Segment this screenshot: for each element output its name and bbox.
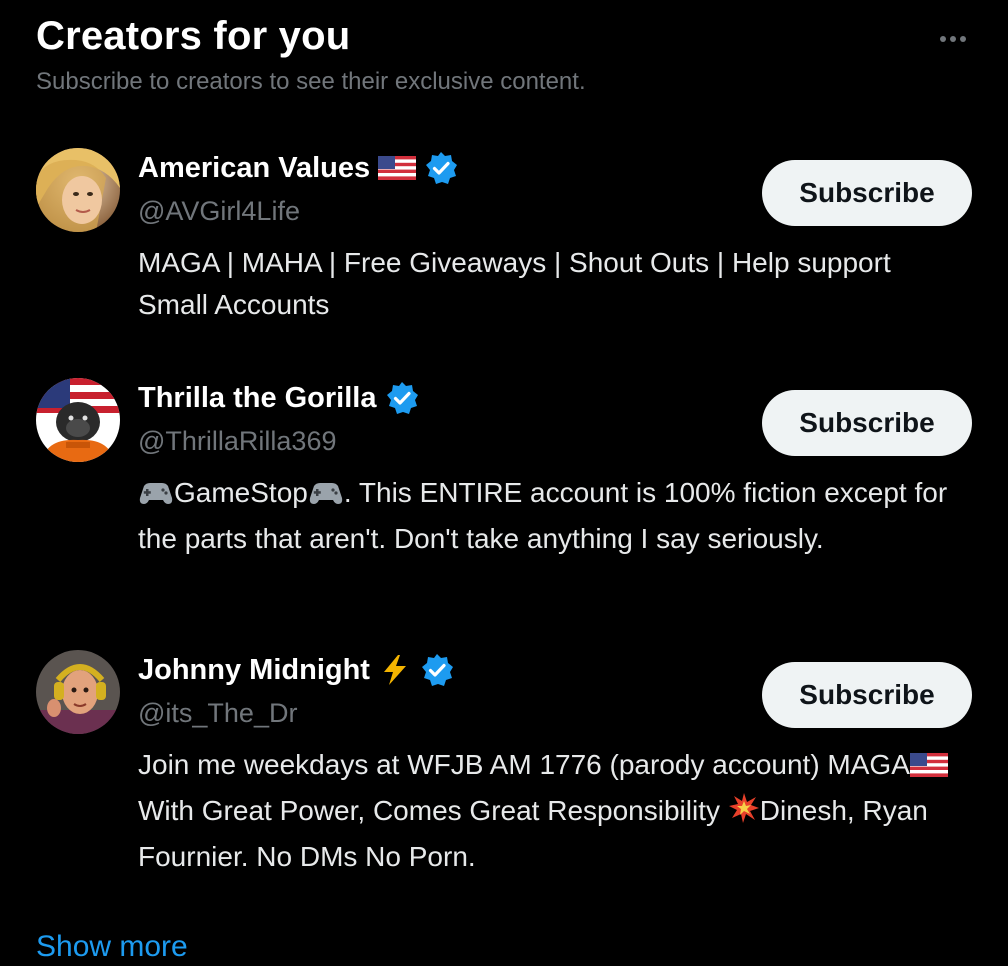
creator-name[interactable]: Johnny Midnight <box>138 654 370 687</box>
show-more-link[interactable]: Show more <box>36 930 188 964</box>
verified-badge-icon <box>420 653 454 687</box>
more-dot <box>950 36 956 42</box>
creator-bio: MAGA | MAHA | Free Giveaways | Shout Out… <box>138 247 891 320</box>
verified-badge-icon <box>385 381 419 415</box>
avatar[interactable] <box>36 378 120 462</box>
section-subtitle: Subscribe to creators to see their exclu… <box>36 68 586 95</box>
subscribe-button[interactable]: Subscribe <box>762 160 972 226</box>
more-dot <box>960 36 966 42</box>
bio-text: With Great Power, Comes Great Responsibi… <box>138 795 728 826</box>
name-row: American Values <box>138 150 458 186</box>
verified-badge-icon <box>424 151 458 185</box>
creator-handle[interactable]: @AVGirl4Life <box>138 196 300 227</box>
bio-text: GameStop <box>174 477 308 508</box>
creator-handle[interactable]: @its_The_Dr <box>138 698 297 729</box>
creator-name[interactable]: American Values <box>138 152 370 185</box>
section-title: Creators for you <box>36 14 351 58</box>
more-horizontal-icon <box>940 36 946 42</box>
creator-bio: Join me weekdays at WFJB AM 1776 (parody… <box>138 744 958 878</box>
game-controller-icon <box>138 476 174 518</box>
us-flag-icon <box>378 154 417 182</box>
us-flag-icon <box>909 748 948 790</box>
subscribe-button[interactable]: Subscribe <box>762 662 972 728</box>
avatar[interactable] <box>36 148 120 232</box>
bio-text: Join me weekdays at WFJB AM 1776 (parody… <box>138 749 910 780</box>
creator-handle[interactable]: @ThrillaRilla369 <box>138 426 336 457</box>
game-controller-icon <box>308 476 344 518</box>
collision-icon <box>728 792 760 836</box>
creator-name[interactable]: Thrilla the Gorilla <box>138 382 377 415</box>
avatar-image <box>36 650 120 734</box>
subscribe-button[interactable]: Subscribe <box>762 390 972 456</box>
avatar-image <box>36 378 120 462</box>
avatar[interactable] <box>36 650 120 734</box>
name-row: Johnny Midnight <box>138 652 454 688</box>
more-options-button[interactable] <box>930 24 976 54</box>
creators-for-you-panel: Creators for you Subscribe to creators t… <box>0 0 1008 966</box>
creator-bio: GameStop . This ENTIRE account is 100% f… <box>138 472 958 560</box>
lightning-icon <box>378 653 412 687</box>
name-row: Thrilla the Gorilla <box>138 380 419 416</box>
avatar-image <box>36 148 120 232</box>
